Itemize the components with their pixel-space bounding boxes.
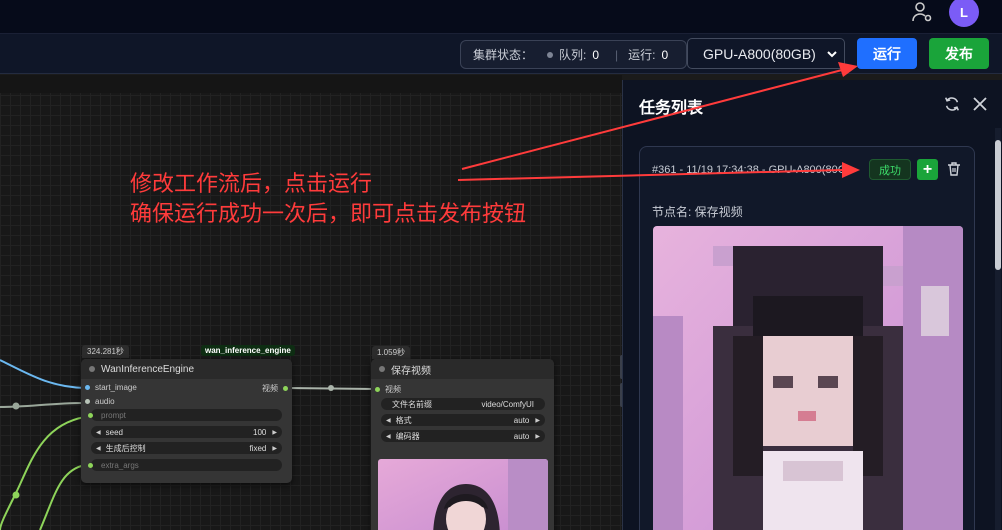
slot-label: 视频 — [262, 384, 278, 393]
queue-count: 0 — [592, 47, 600, 62]
annotation-line-1: 修改工作流后，点击运行 — [130, 171, 373, 196]
avatar[interactable]: L — [949, 0, 979, 27]
node-title-text: WanInferenceEngine — [101, 363, 195, 375]
node-title-text: 保存视频 — [391, 365, 431, 377]
toolbar: 集群状态： 队列: 0 | 运行: 0 GPU-A800(80GB) 运行 发布 — [0, 34, 1002, 74]
decrement-icon[interactable]: ◀ — [386, 417, 391, 424]
node-collapse-dot[interactable] — [379, 366, 385, 372]
decrement-icon[interactable]: ◀ — [96, 429, 101, 436]
cluster-status-label: 集群状态： — [473, 48, 534, 62]
input-slot-video[interactable]: 视频 — [375, 384, 401, 395]
slot-dot-icon — [85, 399, 90, 404]
chevron-down-icon — [827, 51, 837, 58]
trash-icon[interactable] — [946, 161, 962, 177]
widget-label: 文件名前缀 — [392, 399, 432, 409]
decrement-icon[interactable]: ◀ — [96, 445, 101, 452]
widget-label: 格式 — [395, 415, 412, 425]
widget-value: 100 — [253, 427, 267, 437]
slot-dot-icon — [375, 387, 380, 392]
task-panel: 任务列表 #361 - 11/19 17:34:38 - GPU-A800(80… — [622, 80, 1002, 530]
status-divider: | — [615, 47, 619, 62]
user-settings-icon[interactable] — [910, 0, 934, 24]
close-icon[interactable] — [971, 95, 989, 113]
increment-icon[interactable]: ▶ — [272, 429, 277, 436]
video-thumbnail-image — [378, 459, 548, 530]
widget-label: seed — [105, 427, 123, 437]
queue-status-icon — [547, 51, 554, 58]
widget-label: 编码器 — [395, 431, 420, 441]
widget-value: video/ComfyUI — [481, 399, 534, 409]
slot-label: start_image — [95, 383, 137, 392]
output-preview[interactable] — [653, 226, 963, 530]
wan-inference-node[interactable]: WanInferenceEngine start_image audio 视频 … — [81, 359, 292, 483]
gpu-select-value: GPU-A800(80GB) — [703, 45, 816, 62]
workflow-canvas[interactable]: 324.281秒 wan_inference_engine WanInferen… — [0, 75, 622, 530]
decrement-icon[interactable]: ◀ — [386, 433, 391, 440]
slot-dot-icon — [85, 385, 90, 390]
slot-label: audio — [95, 397, 115, 406]
widget-value: fixed — [249, 443, 267, 453]
panel-scrollbar-thumb[interactable] — [995, 140, 1001, 270]
increment-icon[interactable]: ▶ — [535, 433, 540, 440]
codec-widget[interactable]: ◀ 编码器 auto ▶ — [381, 430, 545, 442]
cluster-status: 集群状态： 队列: 0 | 运行: 0 — [460, 40, 688, 69]
gpu-select[interactable]: GPU-A800(80GB) — [687, 38, 845, 69]
run-button[interactable]: 运行 — [857, 38, 917, 69]
queue-label: 队列: — [559, 48, 587, 62]
control-widget[interactable]: ◀ 生成后控制 fixed ▶ — [91, 442, 282, 454]
slot-dot-icon — [88, 412, 93, 418]
node-tag: wan_inference_engine — [201, 345, 295, 356]
status-badge: 成功 — [869, 159, 911, 180]
add-button[interactable]: + — [917, 159, 938, 180]
refresh-icon[interactable] — [943, 95, 961, 113]
widget-value: auto — [513, 415, 530, 425]
node-exec-time: 1.059秒 — [372, 346, 411, 359]
input-slot-start-image[interactable]: start_image — [85, 383, 137, 392]
extra-args-widget[interactable]: extra_args — [88, 459, 282, 471]
slot-dot-icon — [88, 462, 93, 468]
seed-widget[interactable]: ◀ seed 100 ▶ — [91, 426, 282, 438]
widget-label: prompt — [101, 410, 126, 420]
node-exec-time: 324.281秒 — [82, 345, 129, 358]
running-count: 0 — [661, 47, 669, 62]
slot-dot-icon — [283, 386, 288, 391]
node-collapse-dot[interactable] — [89, 366, 95, 372]
top-bar: L — [0, 0, 1002, 34]
running-label: 运行: — [628, 48, 656, 62]
node-title: 保存视频 — [371, 359, 554, 379]
annotation-line-2: 确保运行成功一次后，即可点击发布按钮 — [130, 201, 527, 226]
widget-value: auto — [513, 431, 530, 441]
increment-icon[interactable]: ▶ — [272, 445, 277, 452]
prompt-widget[interactable]: prompt — [88, 409, 282, 421]
filename-prefix-widget[interactable]: 文件名前缀 video/ComfyUI — [381, 398, 545, 410]
save-video-node[interactable]: 保存视频 视频 文件名前缀 video/ComfyUI ◀ 格式 auto ▶ ◀ 编码器… — [371, 359, 554, 530]
output-preview-image — [653, 226, 963, 530]
format-widget[interactable]: ◀ 格式 auto ▶ — [381, 414, 545, 426]
video-thumbnail — [378, 459, 548, 530]
node-title: WanInferenceEngine — [81, 359, 292, 379]
slot-label: 视频 — [385, 385, 401, 394]
publish-button[interactable]: 发布 — [929, 38, 989, 69]
output-slot-video[interactable]: 视频 — [262, 383, 288, 394]
task-id: #361 - 11/19 17:34:38 - GPU-A800(80GB) — [652, 164, 842, 176]
widget-label: 生成后控制 — [105, 443, 146, 453]
task-card[interactable]: #361 - 11/19 17:34:38 - GPU-A800(80GB) 成… — [639, 146, 975, 530]
widget-label: extra_args — [101, 460, 139, 470]
increment-icon[interactable]: ▶ — [535, 417, 540, 424]
task-node-name: 节点名: 保存视频 — [652, 205, 743, 219]
input-slot-audio[interactable]: audio — [85, 397, 115, 406]
panel-title: 任务列表 — [639, 100, 704, 117]
